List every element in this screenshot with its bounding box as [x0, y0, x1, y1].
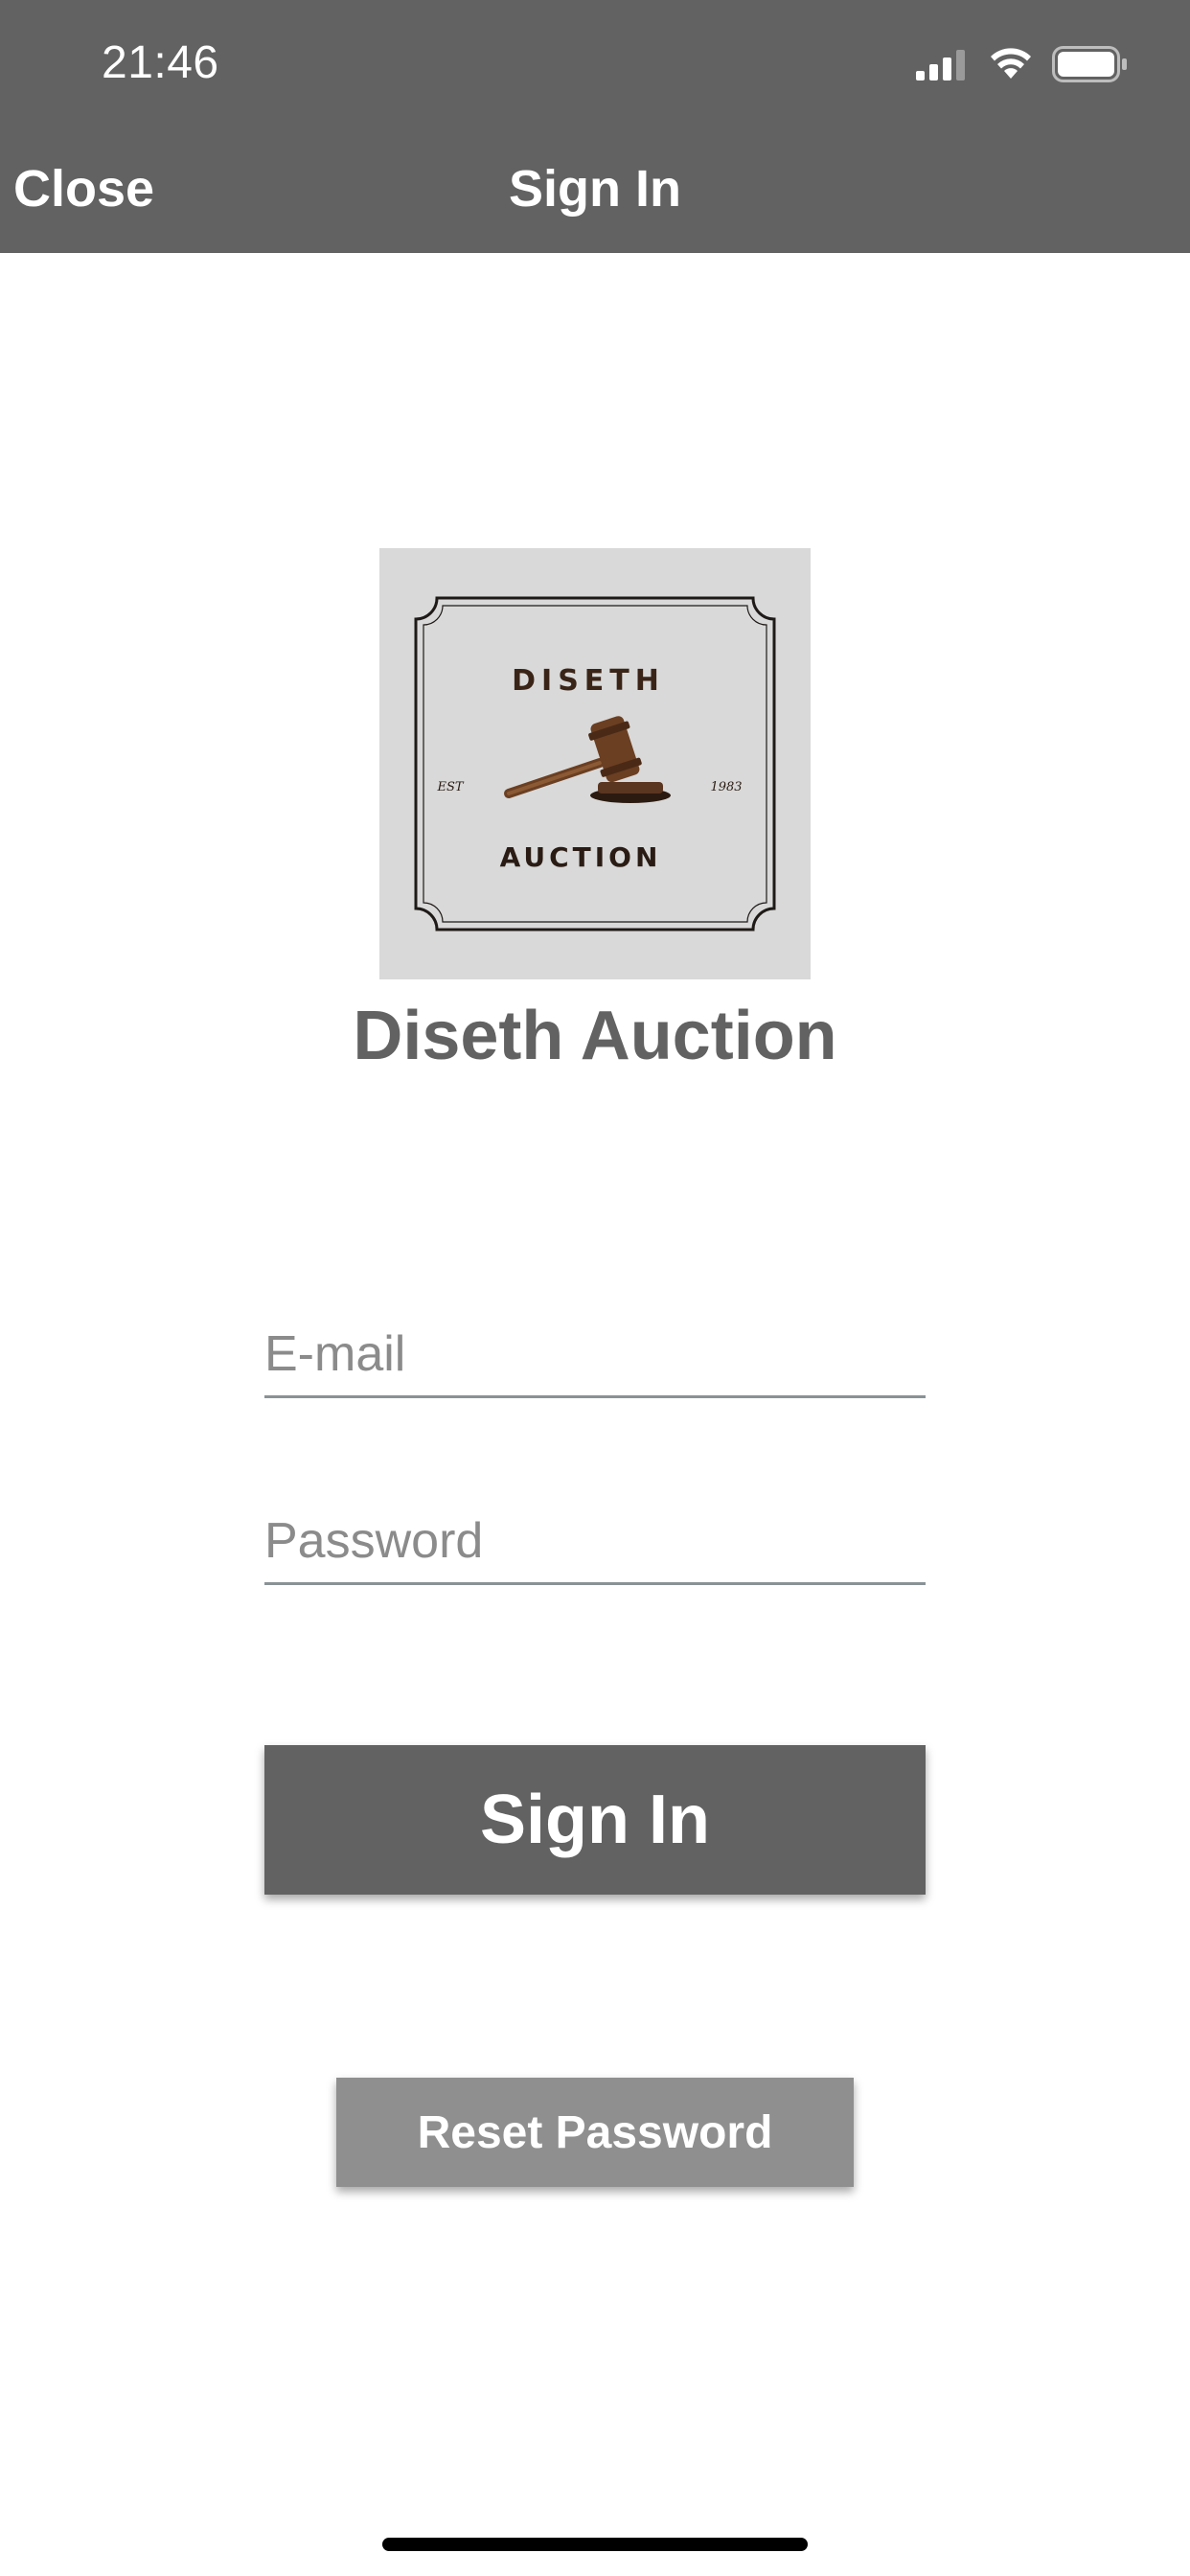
wifi-icon	[991, 48, 1031, 79]
logo-est-text: EST	[436, 780, 464, 794]
logo-graphic: DISETH AUCTION EST 1983	[414, 596, 776, 932]
gavel-icon	[504, 716, 671, 803]
header-bar: 21:46 Close Sign In	[0, 0, 1190, 253]
battery-icon	[1052, 46, 1127, 82]
password-field[interactable]	[264, 1500, 926, 1585]
reset-password-button[interactable]: Reset Password	[336, 2078, 854, 2187]
status-time: 21:46	[102, 37, 219, 88]
sign-in-button[interactable]: Sign In	[264, 1745, 926, 1895]
email-field[interactable]	[264, 1313, 926, 1398]
signal-icon	[916, 50, 965, 80]
auction-logo: DISETH AUCTION EST 1983	[379, 548, 811, 979]
home-indicator[interactable]	[382, 2538, 808, 2551]
sign-in-screen: 21:46 Close Sign In DISETH AUCTION EST 1…	[0, 0, 1190, 2576]
logo-top-text: DISETH	[512, 664, 665, 698]
logo-bottom-text: AUCTION	[500, 841, 662, 873]
close-button[interactable]: Close	[13, 159, 154, 218]
app-name: Diseth Auction	[353, 998, 837, 1074]
nav-title: Sign In	[509, 160, 681, 218]
logo-year-text: 1983	[710, 780, 742, 794]
